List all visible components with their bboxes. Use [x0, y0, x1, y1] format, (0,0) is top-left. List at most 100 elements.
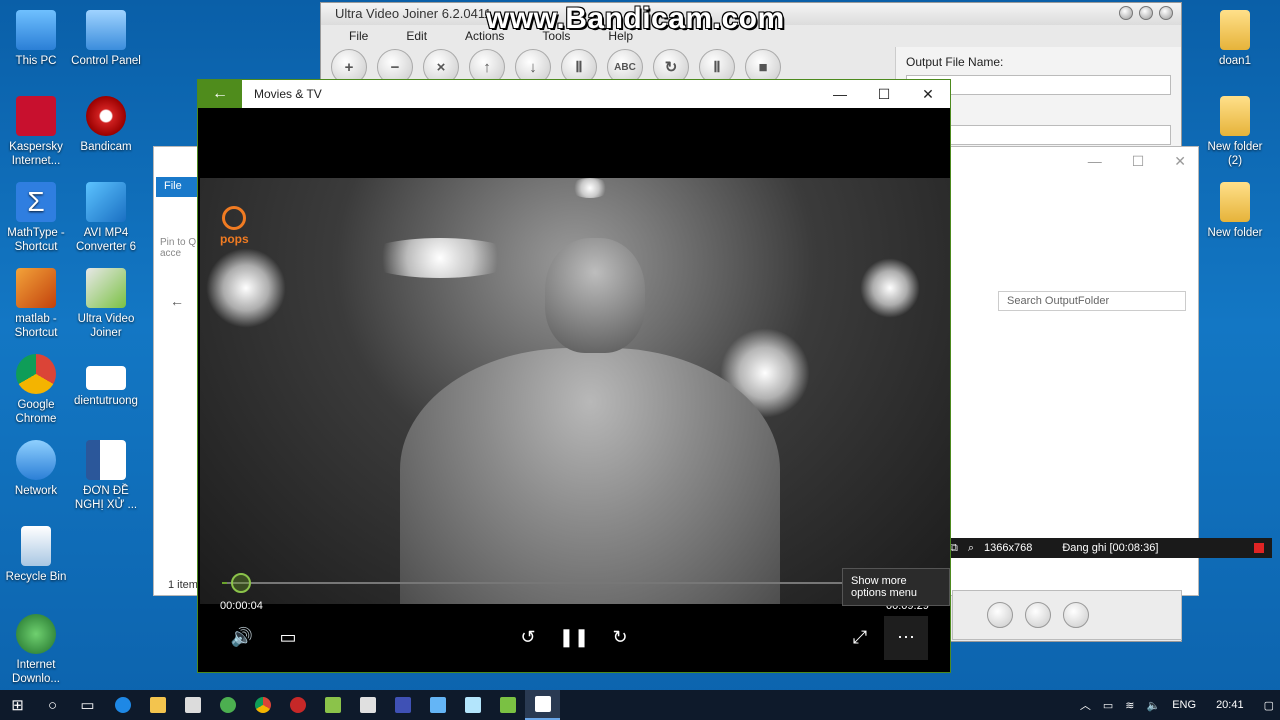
start-icon[interactable]: ⊞	[0, 690, 35, 720]
store-icon[interactable]	[175, 690, 210, 720]
volume-icon[interactable]: 🔊	[226, 622, 258, 652]
clock[interactable]: 20:41	[1202, 699, 1258, 711]
seek-bar[interactable]	[222, 573, 922, 593]
pause-icon[interactable]	[1025, 602, 1051, 628]
maximize-icon[interactable]	[1139, 6, 1153, 20]
search-icon[interactable]: ○	[35, 690, 70, 720]
output-file-label: Output File Name:	[906, 55, 1004, 69]
app-icon-blue[interactable]	[385, 690, 420, 720]
idm-icon	[16, 614, 56, 654]
stop-icon[interactable]	[1063, 602, 1089, 628]
desktop-icon-avi-mp4[interactable]: AVI MP4 Converter 6	[70, 182, 142, 254]
close-icon[interactable]	[1159, 6, 1173, 20]
edge-icon[interactable]	[105, 690, 140, 720]
menu-file[interactable]: File	[349, 29, 368, 43]
chrome-icon	[16, 354, 56, 394]
bandicam-icon	[86, 96, 126, 136]
chrome-icon[interactable]	[245, 690, 280, 720]
magnifier-icon[interactable]: ⌕	[968, 542, 974, 555]
desktop-icon-idm[interactable]: Internet Downlo...	[0, 614, 72, 686]
back-arrow-icon[interactable]: ←	[170, 293, 184, 309]
uvj-preview-controls	[952, 590, 1182, 640]
desktop-icon-matlab[interactable]: matlab - Shortcut	[0, 268, 72, 340]
show-hidden-icons-icon[interactable]: ︿	[1074, 697, 1097, 713]
explorer-search-input[interactable]: Search OutputFolder	[998, 291, 1186, 311]
minimize-icon[interactable]	[1119, 6, 1133, 20]
desktop-icon-recycle-bin[interactable]: Recycle Bin	[0, 526, 72, 584]
maximize-icon[interactable]: ☐	[862, 80, 906, 108]
video-frame[interactable]: pops	[200, 178, 950, 604]
language-indicator[interactable]: ENG	[1166, 699, 1202, 711]
dientutruong-icon	[86, 366, 126, 390]
more-options-icon[interactable]: ⋯	[890, 622, 922, 652]
minimize-icon[interactable]: —	[1088, 153, 1102, 170]
desktop-icon-bandicam[interactable]: Bandicam	[70, 96, 142, 154]
maximize-icon[interactable]: ☐	[1132, 153, 1145, 170]
desktop-icon-control-panel[interactable]: Control Panel	[70, 10, 142, 68]
app-icon-bars[interactable]	[350, 690, 385, 720]
desktop-icon-label: ĐƠN ĐỀ NGHỊ XỬ ...	[74, 485, 138, 511]
person-silhouette	[400, 348, 780, 604]
desktop-icon-new-folder-2[interactable]: New folder (2)	[1199, 96, 1271, 168]
close-icon[interactable]: ✕	[906, 80, 950, 108]
desktop-icon-chrome[interactable]: Google Chrome	[0, 354, 72, 426]
notepad-icon[interactable]	[455, 690, 490, 720]
fullscreen-icon[interactable]: ⤢	[844, 622, 876, 652]
app-icon-green[interactable]	[210, 690, 245, 720]
back-arrow-icon[interactable]: ←	[198, 80, 242, 108]
wifi-icon[interactable]: ≋	[1119, 699, 1140, 712]
more-options-tooltip: Show more options menu	[842, 568, 950, 606]
skip-forward-30-icon[interactable]: ↻	[604, 622, 636, 652]
desktop-icon-network[interactable]: Network	[0, 440, 72, 498]
movies-tv-window: ← Movies & TV — ☐ ✕ pops 00:00:04 00:09:…	[197, 79, 951, 673]
pin-quick-access[interactable]: Pin to Q acce	[160, 237, 200, 259]
explorer-file-tab[interactable]: File	[156, 177, 200, 197]
desktop-icon-label: MathType - Shortcut	[7, 227, 65, 253]
movies-tv-icon[interactable]	[525, 690, 560, 720]
desktop-icon-new-folder[interactable]: New folder	[1199, 182, 1271, 240]
current-time: 00:00:04	[220, 600, 263, 612]
ultra-video-joiner-icon[interactable]	[490, 690, 525, 720]
desktop-icon-this-pc[interactable]: This PC	[0, 10, 72, 68]
desktop-icon-kaspersky[interactable]: Kaspersky Internet...	[0, 96, 72, 168]
record-status: Đang ghi [00:08:36]	[1062, 542, 1159, 554]
pause-icon[interactable]: ❚❚	[558, 622, 590, 652]
desktop-icon-label: Ultra Video Joiner	[77, 313, 135, 339]
record-stop-icon[interactable]	[1254, 543, 1264, 553]
menu-edit[interactable]: Edit	[406, 29, 427, 43]
notifications-icon[interactable]: ▢	[1258, 699, 1280, 712]
word-doc-icon	[86, 440, 126, 480]
desktop-icon-mathtype[interactable]: Σ MathType - Shortcut	[0, 182, 72, 254]
minimize-icon[interactable]: —	[818, 80, 862, 108]
skip-back-10-icon[interactable]: ↺	[512, 622, 544, 652]
bandicam-icon[interactable]	[280, 690, 315, 720]
uvj-title: Ultra Video Joiner 6.2.0411	[335, 6, 492, 21]
recycle-bin-icon	[21, 526, 51, 566]
desktop-icon-doan1[interactable]: doan1	[1199, 10, 1271, 68]
play-icon[interactable]	[987, 602, 1013, 628]
stage-light	[360, 238, 520, 278]
desktop-icon-label: Bandicam	[80, 141, 132, 153]
desktop-icon-dientutruong[interactable]: dientutruong	[70, 354, 142, 408]
app-title: Movies & TV	[254, 87, 322, 101]
taskbar: ⊞ ○ ▭ ︿ ▭ ≋ 🔈 ENG 20:41 ▢	[0, 690, 1280, 720]
desktop-icon-ultra-video-joiner[interactable]: Ultra Video Joiner	[70, 268, 142, 340]
desktop-icon-label: dientutruong	[74, 395, 138, 407]
stage-light	[860, 258, 920, 318]
desktop-icon-label: This PC	[15, 55, 57, 67]
app-icon-leaf[interactable]	[315, 690, 350, 720]
battery-icon[interactable]: ▭	[1097, 699, 1119, 712]
control-panel-icon[interactable]	[420, 690, 455, 720]
task-view-icon[interactable]: ▭	[70, 690, 105, 720]
subtitles-icon[interactable]: ▭	[272, 622, 304, 652]
seek-thumb[interactable]	[230, 573, 251, 593]
explorer-window-controls: — ☐ ✕	[1088, 153, 1186, 170]
desktop-icon-label: Internet Downlo...	[12, 659, 60, 685]
close-icon[interactable]: ✕	[1174, 153, 1186, 170]
item-count: 1 item	[168, 579, 198, 591]
desktop-icon-label: Network	[14, 485, 58, 497]
file-explorer-icon[interactable]	[140, 690, 175, 720]
window-mode-icon[interactable]: ⧉	[950, 542, 958, 555]
desktop-icon-word-doc[interactable]: ĐƠN ĐỀ NGHỊ XỬ ...	[70, 440, 142, 512]
volume-icon[interactable]: 🔈	[1141, 699, 1167, 712]
